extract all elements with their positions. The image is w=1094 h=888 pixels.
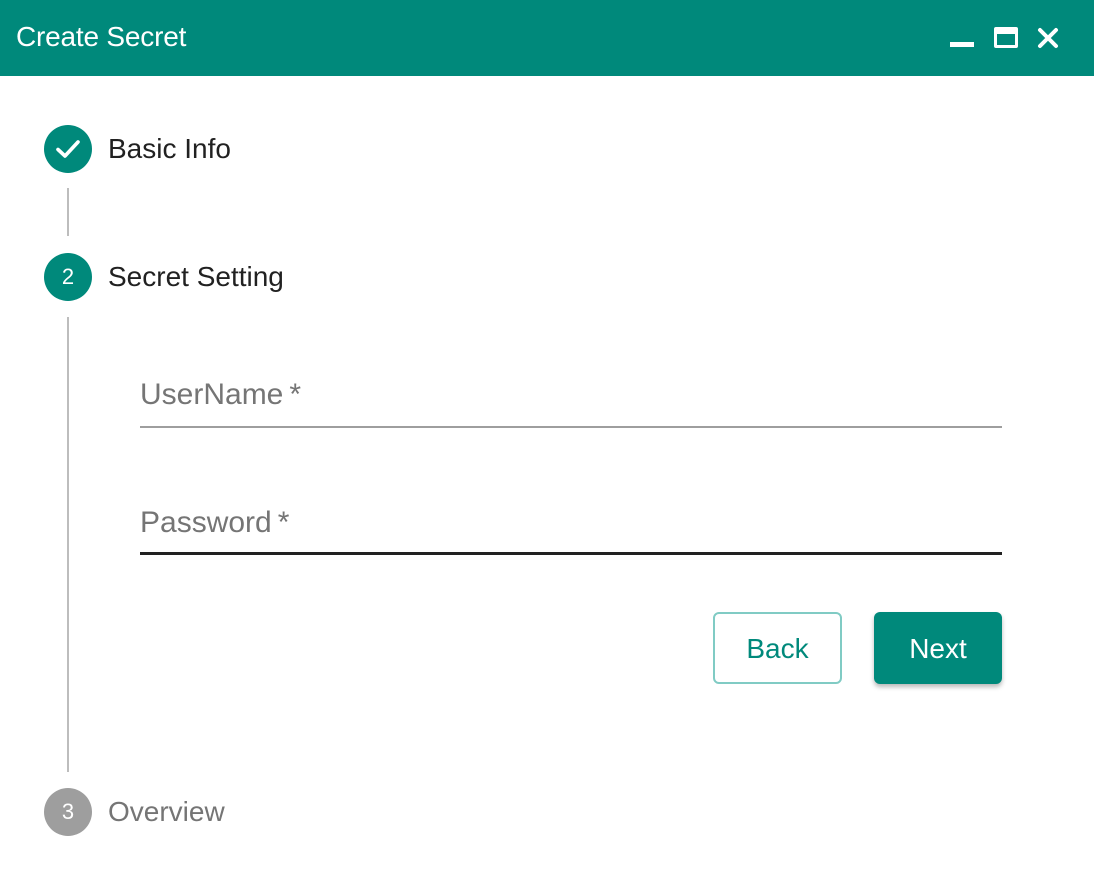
password-field[interactable]: Password * bbox=[140, 500, 1002, 556]
title-bar: Create Secret bbox=[0, 0, 1094, 76]
next-button[interactable]: Next bbox=[874, 612, 1002, 684]
close-icon bbox=[1038, 28, 1058, 48]
step-1-completed-badge bbox=[44, 125, 92, 173]
username-underline bbox=[140, 426, 1002, 428]
step-connector-1 bbox=[67, 188, 69, 236]
maximize-button[interactable] bbox=[990, 22, 1022, 54]
checkmark-icon bbox=[56, 140, 80, 158]
step-3-badge: 3 bbox=[44, 788, 92, 836]
password-underline bbox=[140, 552, 1002, 555]
create-secret-dialog: Create Secret Basic Info 2 Secret Settin… bbox=[0, 0, 1094, 888]
username-input[interactable] bbox=[140, 372, 1002, 428]
minimize-button[interactable] bbox=[946, 22, 978, 54]
dialog-title: Create Secret bbox=[16, 21, 187, 52]
step-1-label[interactable]: Basic Info bbox=[108, 131, 231, 167]
minimize-icon bbox=[950, 42, 974, 47]
step-2-badge: 2 bbox=[44, 253, 92, 301]
maximize-icon bbox=[994, 27, 1018, 48]
back-button[interactable]: Back bbox=[713, 612, 842, 684]
username-field[interactable]: UserName * bbox=[140, 372, 1002, 428]
step-connector-2 bbox=[67, 317, 69, 772]
password-input[interactable] bbox=[140, 500, 1002, 556]
close-button[interactable] bbox=[1032, 22, 1064, 54]
step-2-label[interactable]: Secret Setting bbox=[108, 259, 284, 295]
step-3-label[interactable]: Overview bbox=[108, 794, 225, 830]
